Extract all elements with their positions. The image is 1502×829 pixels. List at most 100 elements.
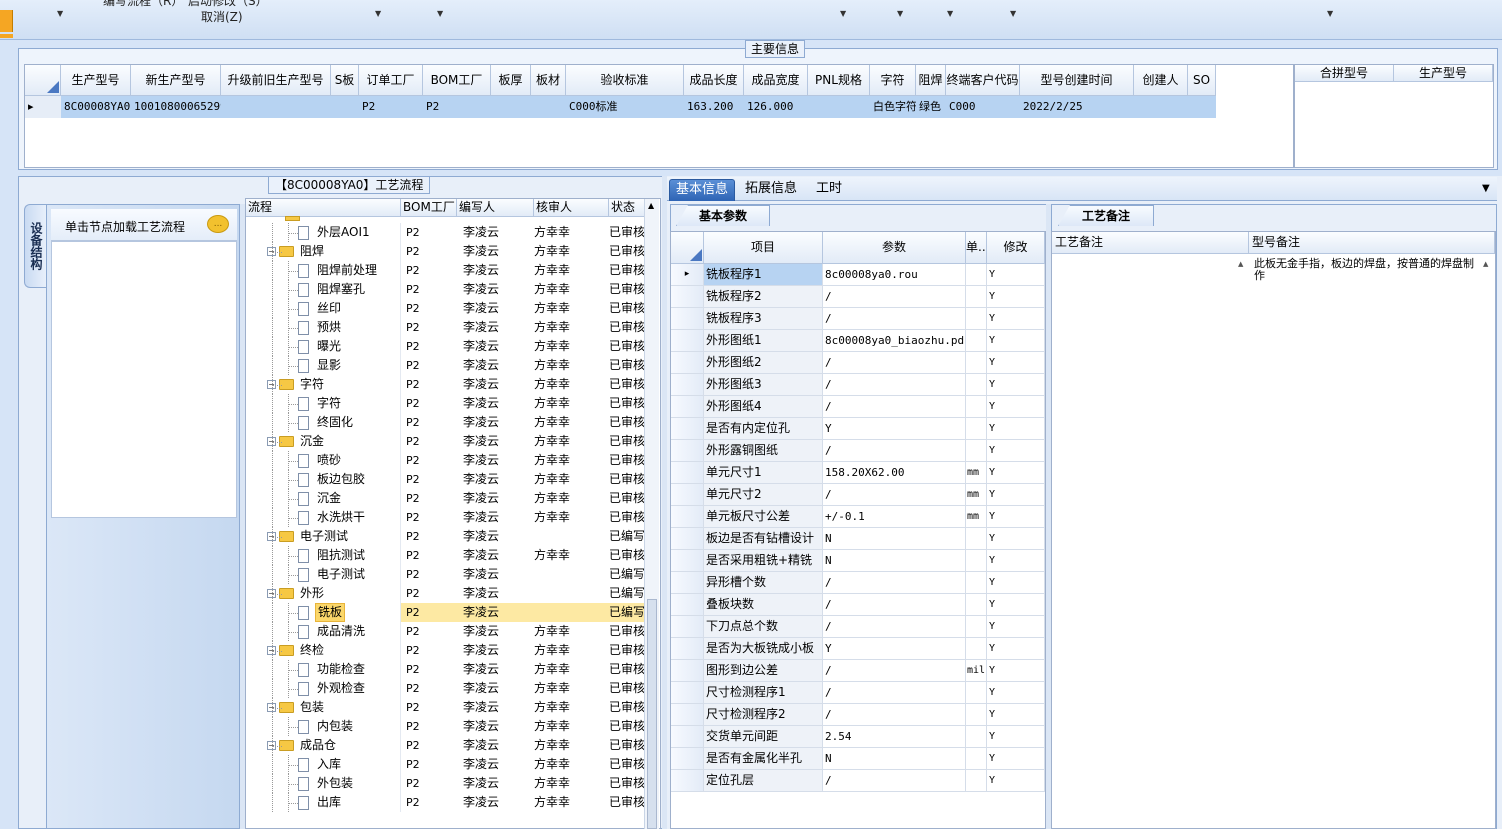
- tree-node-label[interactable]: 内包装: [315, 718, 355, 735]
- param-mod-cell[interactable]: Y: [987, 748, 1045, 770]
- param-item-cell[interactable]: 图形到边公差: [704, 660, 823, 682]
- param-unit-cell[interactable]: [966, 286, 987, 308]
- param-param-cell[interactable]: /: [823, 572, 966, 594]
- tree-status-cell[interactable]: 已编写: [609, 527, 649, 546]
- param-unit-cell[interactable]: [966, 440, 987, 462]
- scroll-up-icon[interactable]: ▲: [648, 201, 654, 210]
- tree-status-cell[interactable]: 已审核: [609, 356, 649, 375]
- column-header[interactable]: 生产型号: [1394, 65, 1493, 82]
- tree-reviewer-cell[interactable]: 方幸幸: [534, 470, 609, 489]
- tree-bom-cell[interactable]: P2: [401, 793, 457, 812]
- param-param-cell[interactable]: /: [823, 616, 966, 638]
- param-item-cell[interactable]: 尺寸检测程序2: [704, 704, 823, 726]
- column-header[interactable]: 项目: [704, 232, 823, 264]
- tree-node-label[interactable]: 曝光: [315, 338, 343, 355]
- param-unit-cell[interactable]: [966, 352, 987, 374]
- param-item-cell[interactable]: 单元尺寸1: [704, 462, 823, 484]
- param-item-cell[interactable]: 下刀点总个数: [704, 616, 823, 638]
- column-header[interactable]: 参数: [823, 232, 966, 264]
- tree-row[interactable]: 板边包胶 P2 李凌云 方幸幸 已审核: [246, 470, 649, 489]
- param-unit-cell[interactable]: [966, 264, 987, 286]
- tree-reviewer-cell[interactable]: 方幸幸: [534, 432, 609, 451]
- tree-reviewer-cell[interactable]: 方幸幸: [534, 489, 609, 508]
- tab-dropdown-icon[interactable]: ▼: [1482, 183, 1490, 194]
- column-header[interactable]: 新生产型号: [131, 65, 221, 96]
- tree-node-label[interactable]: 外包装: [315, 775, 355, 792]
- tree-row[interactable]: 外观检查 P2 李凌云 方幸幸 已审核: [246, 679, 649, 698]
- param-param-cell[interactable]: 158.20X62.00: [823, 462, 966, 484]
- tree-status-cell[interactable]: 已审核: [609, 736, 649, 755]
- tree-reviewer-cell[interactable]: 方幸幸: [534, 660, 609, 679]
- remarks-title[interactable]: 工艺备注: [1058, 205, 1154, 226]
- tree-reviewer-cell[interactable]: 方幸幸: [534, 774, 609, 793]
- param-mod-cell[interactable]: Y: [987, 704, 1045, 726]
- tree-reviewer-cell[interactable]: 方幸幸: [534, 508, 609, 527]
- model-remark-text[interactable]: 此板无金手指，板边的焊盘，按普通的焊盘制作: [1252, 256, 1484, 284]
- tree-bom-cell[interactable]: P2: [401, 679, 457, 698]
- tree-writer-cell[interactable]: 李凌云: [457, 470, 534, 489]
- tree-bom-cell[interactable]: P2: [401, 489, 457, 508]
- param-param-cell[interactable]: /: [823, 374, 966, 396]
- param-param-cell[interactable]: Y: [823, 418, 966, 440]
- table-cell[interactable]: 163.200: [684, 96, 744, 118]
- param-row[interactable]: 外形露铜图纸 / Y: [671, 440, 1045, 462]
- tree-reviewer-cell[interactable]: 方幸幸: [534, 299, 609, 318]
- tree-writer-cell[interactable]: 李凌云: [457, 622, 534, 641]
- param-mod-cell[interactable]: Y: [987, 396, 1045, 418]
- tree-status-cell[interactable]: 已审核: [609, 337, 649, 356]
- column-header[interactable]: 修改: [987, 232, 1045, 264]
- tree-writer-cell[interactable]: 李凌云: [457, 375, 534, 394]
- param-param-cell[interactable]: /: [823, 286, 966, 308]
- param-param-cell[interactable]: /: [823, 594, 966, 616]
- tree-reviewer-cell[interactable]: 方幸幸: [534, 261, 609, 280]
- tree-status-cell[interactable]: 已审核: [609, 394, 649, 413]
- tree-bom-cell[interactable]: P2: [401, 774, 457, 793]
- tree-row[interactable]: 铣板 P2 李凌云 已编写: [246, 603, 649, 622]
- tree-row[interactable]: 水洗烘干 P2 李凌云 方幸幸 已审核: [246, 508, 649, 527]
- table-cell[interactable]: [808, 96, 870, 118]
- tree-node-label[interactable]: 入库: [315, 756, 343, 773]
- tree-node-label[interactable]: 阻抗测试: [315, 547, 367, 564]
- tree-node-label[interactable]: 显影: [315, 357, 343, 374]
- tree-group-row[interactable]: − 沉金 P2 李凌云 方幸幸 已审核: [246, 432, 649, 451]
- tree-bom-cell[interactable]: P2: [401, 698, 457, 717]
- tree-reviewer-cell[interactable]: 方幸幸: [534, 622, 609, 641]
- tree-row[interactable]: 喷砂 P2 李凌云 方幸幸 已审核: [246, 451, 649, 470]
- dropdown-arrow-icon[interactable]: ▼: [897, 9, 903, 18]
- tree-bom-cell[interactable]: P2: [401, 356, 457, 375]
- table-row[interactable]: ▸ 8C00008YA0 10010800065299 P2 P2 C000标准 163.2…: [25, 96, 1216, 118]
- tree-writer-cell[interactable]: 李凌云: [457, 774, 534, 793]
- tree-node-label[interactable]: 外形: [298, 585, 326, 602]
- param-row[interactable]: 图形到边公差 / mil Y: [671, 660, 1045, 682]
- param-row[interactable]: 单元尺寸1 158.20X62.00 mm Y: [671, 462, 1045, 484]
- table-cell[interactable]: [531, 96, 566, 118]
- param-param-cell[interactable]: /: [823, 440, 966, 462]
- tree-reviewer-cell[interactable]: 方幸幸: [534, 242, 609, 261]
- tab-extended-info[interactable]: 拓展信息: [739, 179, 803, 201]
- tree-node-label[interactable]: 预烘: [315, 319, 343, 336]
- param-param-cell[interactable]: Y: [823, 638, 966, 660]
- param-mod-cell[interactable]: Y: [987, 506, 1045, 528]
- param-unit-cell[interactable]: [966, 682, 987, 704]
- table-cell[interactable]: 8C00008YA0: [61, 96, 131, 118]
- table-cell[interactable]: P2: [359, 96, 423, 118]
- tree-node-label[interactable]: 喷砂: [315, 452, 343, 469]
- param-mod-cell[interactable]: Y: [987, 374, 1045, 396]
- tree-reviewer-cell[interactable]: [534, 527, 609, 546]
- param-mod-cell[interactable]: Y: [987, 528, 1045, 550]
- column-header[interactable]: 字符: [870, 65, 916, 96]
- param-row[interactable]: 叠板块数 / Y: [671, 594, 1045, 616]
- tree-bom-cell[interactable]: P2: [401, 717, 457, 736]
- tree-writer-cell[interactable]: 李凌云: [457, 223, 534, 242]
- column-header[interactable]: 阻焊: [916, 65, 946, 96]
- param-unit-cell[interactable]: [966, 638, 987, 660]
- param-item-cell[interactable]: 铣板程序3: [704, 308, 823, 330]
- param-mod-cell[interactable]: Y: [987, 726, 1045, 748]
- param-param-cell[interactable]: N: [823, 550, 966, 572]
- table-cell[interactable]: [491, 96, 531, 118]
- scroll-thumb[interactable]: [647, 599, 657, 829]
- tree-node-label[interactable]: 电子测试: [298, 528, 350, 545]
- tree-writer-cell[interactable]: 李凌云: [457, 261, 534, 280]
- tree-bom-cell[interactable]: P2: [401, 318, 457, 337]
- param-item-cell[interactable]: 单元尺寸2: [704, 484, 823, 506]
